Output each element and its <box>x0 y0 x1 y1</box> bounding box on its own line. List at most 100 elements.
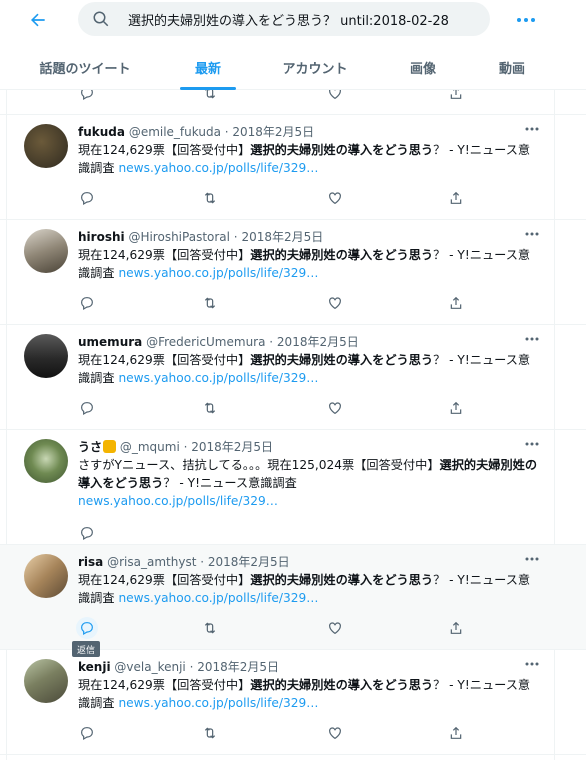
emoji-icon <box>103 440 117 453</box>
retweet-icon[interactable] <box>199 397 221 419</box>
user-name[interactable]: うさ <box>78 440 102 454</box>
tweet-text: さすがYニュース、拮抗してる。。。現在125,024票【回答受付中】選択的夫婦別… <box>78 456 538 510</box>
tab-accounts[interactable]: アカウント <box>254 44 376 90</box>
highlighted-text: 選択的夫婦別姓の導入をどう思う <box>250 573 434 587</box>
tweet-text: 現在124,629票【回答受付中】選択的夫婦別姓の導入をどう思う？ - Y!ニュ… <box>78 246 538 282</box>
search-input[interactable] <box>128 2 483 36</box>
user-name[interactable]: umemura <box>78 335 142 349</box>
tab-images[interactable]: 画像 <box>376 44 470 90</box>
tweet-actions <box>76 722 476 744</box>
text-part: 現在124,629票【回答受付中】 <box>78 353 251 367</box>
like-icon[interactable] <box>324 187 346 209</box>
tab-label: 画像 <box>409 61 436 77</box>
tab-label: 話題のツイート <box>39 61 131 77</box>
tweet-date[interactable]: 2018年2月5日 <box>277 335 359 349</box>
user-name[interactable]: hiroshi <box>78 230 125 244</box>
like-icon[interactable] <box>324 397 346 419</box>
more-icon[interactable] <box>520 654 544 674</box>
retweet-icon[interactable] <box>199 617 221 639</box>
text-part: 現在124,629票【回答受付中】 <box>78 573 251 587</box>
more-icon[interactable] <box>512 6 540 34</box>
separator: · <box>179 440 192 454</box>
tweet[interactable]: うさ @_mqumi · 2018年2月5日 さすがYニュース、拮抗してる。。。… <box>0 430 586 545</box>
tweet[interactable]: fukuda @emile_fukuda · 2018年2月5日 現在124,6… <box>0 115 586 220</box>
tweet-date[interactable]: 2018年2月5日 <box>197 660 279 674</box>
retweet-icon[interactable] <box>199 187 221 209</box>
tab-top[interactable]: 話題のツイート <box>8 44 162 90</box>
user-handle[interactable]: @emile_fukuda <box>129 125 221 139</box>
more-icon[interactable] <box>520 119 544 139</box>
more-icon[interactable] <box>520 549 544 569</box>
text-part: ？ - Y!ニュース意識調査 <box>163 476 297 490</box>
user-name[interactable]: fukuda <box>78 125 125 139</box>
reply-icon[interactable] <box>76 187 98 209</box>
tweet-text: 現在124,629票【回答受付中】選択的夫婦別姓の導入をどう思う？ - Y!ニュ… <box>78 351 538 387</box>
avatar[interactable] <box>24 659 68 703</box>
tweet-date[interactable]: 2018年2月5日 <box>208 555 290 569</box>
user-handle[interactable]: @vela_kenji <box>114 660 185 674</box>
tweet[interactable]: kenji @vela_kenji · 2018年2月5日 現在124,629票… <box>0 650 586 755</box>
highlighted-text: 選択的夫婦別姓の導入をどう思う <box>250 143 434 157</box>
tab-label: 動画 <box>498 61 525 77</box>
avatar[interactable] <box>24 554 68 598</box>
avatar[interactable] <box>24 334 68 378</box>
search-header: 話題のツイート 最新 アカウント 画像 動画 <box>0 0 586 90</box>
user-handle[interactable]: @FredericUmemura <box>146 335 265 349</box>
retweet-icon[interactable] <box>199 722 221 744</box>
tweet-link[interactable]: news.yahoo.co.jp/polls/life/329… <box>78 494 278 508</box>
search-tabs: 話題のツイート 最新 アカウント 画像 動画 <box>0 44 586 90</box>
tweet-date[interactable]: 2018年2月5日 <box>241 230 323 244</box>
user-name[interactable]: risa <box>78 555 103 569</box>
avatar[interactable] <box>24 124 68 168</box>
tweet[interactable]: hiroshi @HiroshiPastoral · 2018年2月5日 現在1… <box>0 220 586 325</box>
separator: · <box>265 335 277 349</box>
user-handle[interactable]: @risa_amthyst <box>107 555 196 569</box>
tweet[interactable]: umemura @FredericUmemura · 2018年2月5日 現在1… <box>0 325 586 430</box>
like-icon[interactable] <box>324 617 346 639</box>
tweet-link[interactable]: news.yahoo.co.jp/polls/life/329… <box>118 591 318 605</box>
more-icon[interactable] <box>520 224 544 244</box>
tweet[interactable]: risa @risa_amthyst · 2018年2月5日 現在124,629… <box>0 545 586 657</box>
search-box[interactable] <box>78 2 490 36</box>
tweet-text: 現在124,629票【回答受付中】選択的夫婦別姓の導入をどう思う？ - Y!ニュ… <box>78 571 538 607</box>
share-icon[interactable] <box>445 397 467 419</box>
avatar[interactable] <box>24 229 68 273</box>
tweet-header: kenji @vela_kenji · 2018年2月5日 <box>78 658 279 675</box>
tweet-partial <box>0 86 586 115</box>
share-icon[interactable] <box>445 617 467 639</box>
retweet-icon[interactable] <box>199 292 221 314</box>
share-icon[interactable] <box>445 292 467 314</box>
tab-latest[interactable]: 最新 <box>162 44 254 90</box>
separator: · <box>220 125 233 139</box>
highlighted-text: 選択的夫婦別姓の導入をどう思う <box>250 248 434 262</box>
tweet-date[interactable]: 2018年2月5日 <box>232 125 314 139</box>
reply-icon[interactable] <box>76 617 98 639</box>
tweet-actions <box>76 292 476 314</box>
back-arrow-icon[interactable] <box>24 6 52 34</box>
tweet-header: risa @risa_amthyst · 2018年2月5日 <box>78 553 290 570</box>
like-icon[interactable] <box>324 722 346 744</box>
like-icon[interactable] <box>324 292 346 314</box>
reply-icon[interactable] <box>76 397 98 419</box>
tweet-link[interactable]: news.yahoo.co.jp/polls/life/329… <box>118 696 318 710</box>
tweet-link[interactable]: news.yahoo.co.jp/polls/life/329… <box>118 371 318 385</box>
tweet-link[interactable]: news.yahoo.co.jp/polls/life/329… <box>118 266 318 280</box>
tweet-header: fukuda @emile_fukuda · 2018年2月5日 <box>78 123 314 140</box>
tweet-date[interactable]: 2018年2月5日 <box>191 440 273 454</box>
more-icon[interactable] <box>520 434 544 454</box>
reply-tooltip: 返信 <box>72 641 100 657</box>
reply-icon[interactable] <box>76 722 98 744</box>
tweet-link[interactable]: news.yahoo.co.jp/polls/life/329… <box>118 161 318 175</box>
share-icon[interactable] <box>445 722 467 744</box>
tab-videos[interactable]: 動画 <box>470 44 554 90</box>
user-handle[interactable]: @HiroshiPastoral <box>128 230 230 244</box>
user-handle[interactable]: @_mqumi <box>120 440 180 454</box>
reply-icon[interactable] <box>76 522 98 544</box>
text-part: 現在124,629票【回答受付中】 <box>78 143 251 157</box>
more-icon[interactable] <box>520 329 544 349</box>
avatar[interactable] <box>24 439 68 483</box>
reply-icon[interactable] <box>76 292 98 314</box>
user-name[interactable]: kenji <box>78 660 111 674</box>
tab-label: 最新 <box>194 61 221 77</box>
share-icon[interactable] <box>445 187 467 209</box>
